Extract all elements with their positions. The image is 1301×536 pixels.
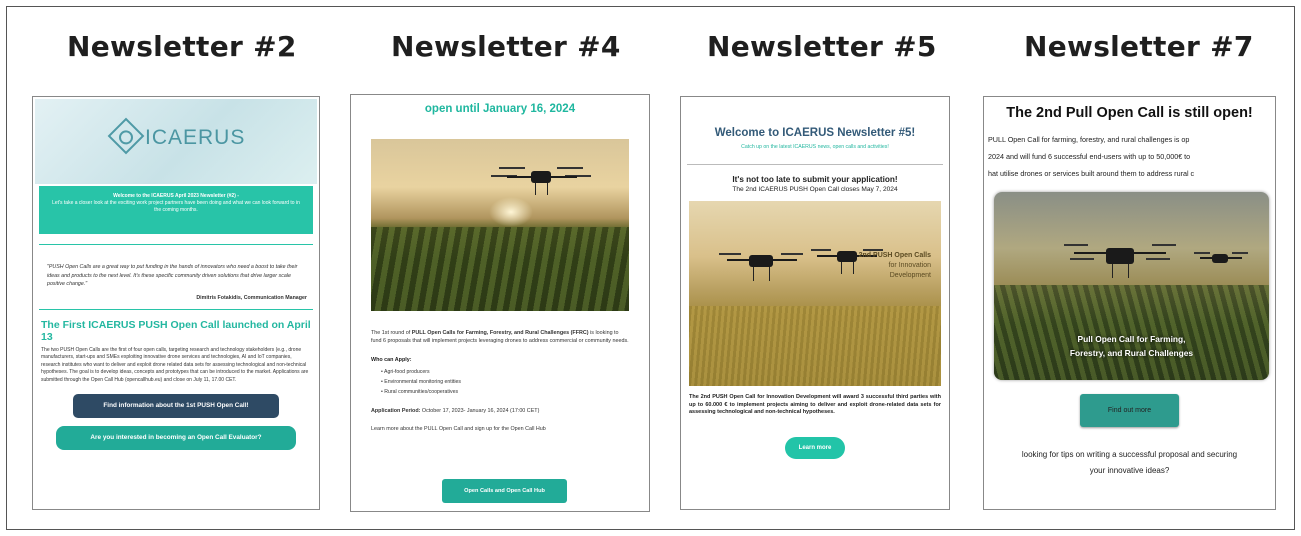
open-until-heading: open until January 16, 2024 bbox=[424, 103, 576, 115]
caption-line-1: Pull Open Call for Farming, bbox=[1077, 334, 1186, 344]
proposal-tips-text: looking for tips on writing a successful… bbox=[984, 427, 1275, 479]
section-body: The two PUSH Open Calls are the first of… bbox=[41, 346, 309, 383]
caption-line-3: Development bbox=[889, 272, 931, 279]
body-line-2: 2024 and will fund 6 successful end-user… bbox=[988, 152, 1191, 161]
learn-more-button[interactable]: Learn more bbox=[785, 436, 845, 459]
drone-over-field-image bbox=[371, 139, 629, 311]
newsletter-4-title: Newsletter #4 bbox=[391, 30, 621, 63]
tips-line-1: looking for tips on writing a successful… bbox=[1021, 450, 1238, 459]
open-call-hub-button[interactable]: Open Calls and Open Call Hub bbox=[442, 479, 567, 503]
caption-line-1: 2nd PUSH Open Calls bbox=[858, 252, 931, 259]
caption-line-2: for Innovation bbox=[888, 262, 931, 269]
image-caption: Pull Open Call for Farming, Forestry, an… bbox=[994, 332, 1269, 360]
not-too-late-heading: It's not too late to submit your applica… bbox=[732, 175, 898, 184]
caption-line-2: Forestry, and Rural Challenges bbox=[1069, 348, 1194, 358]
intro-bold: PULL Open Calls for Farming, Forestry, a… bbox=[411, 330, 589, 336]
newsletter-5-title: Newsletter #5 bbox=[707, 30, 937, 63]
newsletter-5-card[interactable]: Welcome to ICAERUS Newsletter #5! Catch … bbox=[680, 96, 950, 510]
intro-text: The 1st round of PULL Open Calls for Far… bbox=[351, 311, 649, 345]
evaluator-button[interactable]: Are you interested in becoming an Open C… bbox=[56, 426, 296, 450]
body-line-1: PULL Open Call for farming, forestry, an… bbox=[988, 135, 1190, 144]
drones-vineyard-image: Pull Open Call for Farming, Forestry, an… bbox=[994, 192, 1269, 380]
quote-signature: Dimitris Fotakidis, Communication Manage… bbox=[196, 294, 307, 301]
sun-glow bbox=[489, 197, 533, 227]
learn-more-text: Learn more about the PULL Open Call and … bbox=[371, 426, 546, 432]
tips-line-2: your innovative ideas? bbox=[1089, 466, 1170, 475]
banner-line-2: Let's take a closer look at the exciting… bbox=[52, 200, 300, 213]
drone-wheat-field-image: 2nd PUSH Open Calls for Innovation Devel… bbox=[689, 201, 941, 386]
intro-plain: The 1st round of bbox=[371, 330, 412, 336]
section-heading: The First ICAERUS PUSH Open Call launche… bbox=[41, 318, 311, 343]
wheat-field bbox=[689, 306, 941, 386]
push-open-call-info-button[interactable]: Find information about the 1st PUSH Open… bbox=[73, 394, 279, 418]
welcome-banner: Welcome to the ICAERUS April 2023 Newsle… bbox=[39, 186, 313, 234]
list-item: Rural communities/cooperatives bbox=[351, 387, 649, 397]
catch-up-subheading: Catch up on the latest ICAERUS news, ope… bbox=[741, 144, 889, 150]
newsletter-2-card[interactable]: ICAERUS Welcome to the ICAERUS April 202… bbox=[32, 96, 320, 510]
newsletter-2-title: Newsletter #2 bbox=[67, 30, 297, 63]
period-value: October 17, 2023- January 16, 2024 (17:0… bbox=[420, 408, 540, 414]
body-line-3: hat utilise drones or services built aro… bbox=[988, 169, 1195, 178]
period-label: Application Period: bbox=[371, 408, 421, 414]
image-caption: 2nd PUSH Open Calls for Innovation Devel… bbox=[831, 251, 931, 281]
closing-date: The 2nd ICAERUS PUSH Open Call closes Ma… bbox=[732, 186, 898, 193]
banner-line-1: Welcome to the ICAERUS April 2023 Newsle… bbox=[113, 193, 239, 199]
list-item: Agri-food producers bbox=[351, 367, 649, 377]
who-can-apply-heading: Who can Apply: bbox=[371, 357, 412, 363]
newsletter-7-card[interactable]: The 2nd Pull Open Call is still open! PU… bbox=[983, 96, 1276, 510]
newsletter-4-card[interactable]: open until January 16, 2024 The 1st roun… bbox=[350, 94, 650, 512]
list-item: Environmental monitoring entities bbox=[351, 377, 649, 387]
quote: "PUSH Open Calls are a great way to put … bbox=[47, 264, 298, 287]
pull-open-call-heading: The 2nd Pull Open Call is still open! bbox=[1006, 105, 1253, 121]
newsletter-2-header-image: ICAERUS bbox=[35, 99, 317, 184]
crop-rows bbox=[371, 227, 629, 311]
icaerus-logo: ICAERUS bbox=[145, 126, 246, 149]
application-period: Application Period: October 17, 2023- Ja… bbox=[351, 397, 649, 415]
icaerus-logo-icon bbox=[107, 117, 145, 155]
pull-open-call-text: PULL Open Call for farming, forestry, an… bbox=[984, 121, 1275, 182]
newsletter-7-title: Newsletter #7 bbox=[1024, 30, 1254, 63]
push-open-call-text: The 2nd PUSH Open Call for Innovation De… bbox=[689, 394, 941, 415]
find-out-more-button[interactable]: Find out more bbox=[1080, 394, 1179, 427]
welcome-heading: Welcome to ICAERUS Newsletter #5! bbox=[714, 127, 916, 139]
